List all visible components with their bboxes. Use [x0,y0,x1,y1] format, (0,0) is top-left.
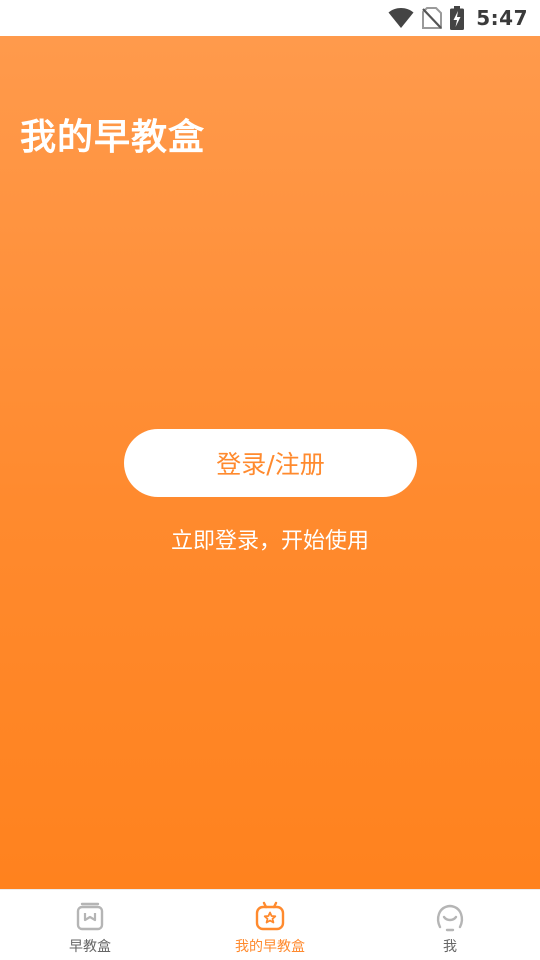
box-icon [74,901,106,933]
main-content: 我的早教盒 登录/注册 立即登录，开始使用 [0,36,540,889]
battery-charging-icon [450,6,465,30]
nav-item-my-early-education-box[interactable]: 我的早教盒 [180,890,360,960]
login-hint-text: 立即登录，开始使用 [170,529,369,554]
bottom-nav: 早教盒 我的早教盒 我 [0,889,540,960]
app-screen: 5:47 我的早教盒 登录/注册 立即登录，开始使用 早教盒 我的早教盒 我 [0,0,540,960]
wifi-icon [388,7,414,29]
status-time: 5:47 [476,6,528,30]
status-bar: 5:47 [0,0,540,36]
nav-item-me[interactable]: 我 [360,890,540,960]
nav-label: 我的早教盒 [235,939,305,955]
nav-item-early-education-box[interactable]: 早教盒 [0,890,180,960]
nav-label: 早教盒 [69,939,111,955]
face-icon [434,901,466,933]
nav-label: 我 [443,939,457,955]
login-register-button[interactable]: 登录/注册 [124,429,417,497]
my-box-icon [254,901,286,933]
page-title: 我的早教盒 [20,117,206,158]
no-sim-icon [422,7,443,29]
